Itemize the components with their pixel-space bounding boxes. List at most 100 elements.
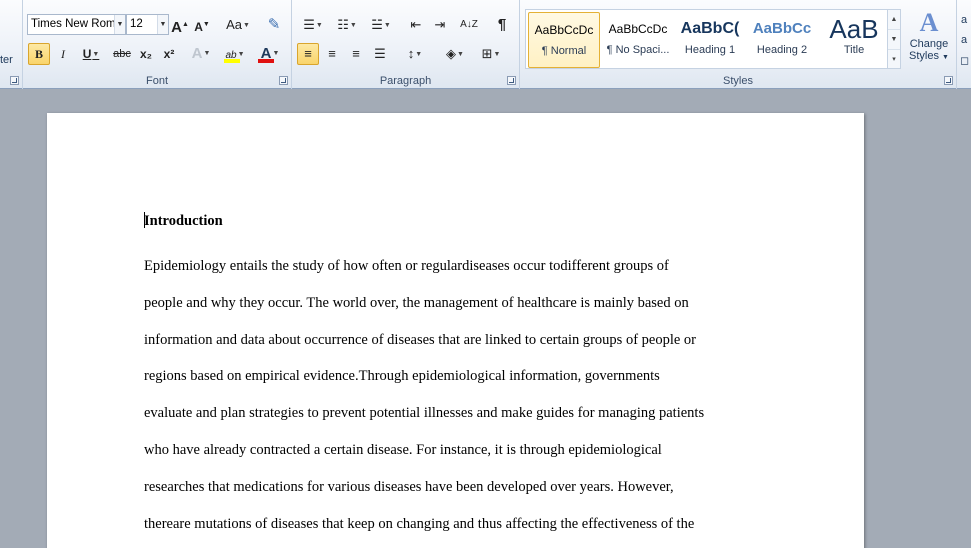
superscript-button[interactable]: x² [159, 43, 179, 65]
style-heading-2[interactable]: AaBbCc Heading 2 [746, 12, 818, 68]
shrink-font-icon: A [194, 20, 203, 34]
change-styles-label-2-wrap: Styles ▼ [904, 50, 954, 62]
decrease-indent-button[interactable]: ⇤ [406, 14, 426, 36]
style-name: Title [843, 44, 865, 56]
bold-icon: B [34, 47, 43, 61]
font-color-button[interactable]: A▼ [255, 43, 285, 65]
paragraph-group-label: Paragraph [379, 75, 432, 87]
justify-button[interactable]: ☰ [369, 43, 391, 65]
chevron-down-icon[interactable]: ▼ [157, 15, 168, 34]
clear-formatting-icon: ✎ [267, 16, 281, 33]
change-styles-button[interactable]: A Change Styles ▼ [904, 8, 954, 62]
align-right-button[interactable]: ≡ [345, 43, 367, 65]
grow-font-icon: A [171, 19, 182, 36]
sort-icon: A↓Z [460, 19, 478, 30]
document-page[interactable]: Introduction Epidemiology entails the st… [47, 113, 864, 548]
body-line[interactable]: information and data about occurrence of… [144, 332, 784, 369]
body-line[interactable]: researches that medications for various … [144, 479, 784, 516]
style-normal[interactable]: AaBbCcDc ¶ Normal [528, 12, 600, 68]
change-case-icon: Aa [226, 17, 242, 32]
italic-icon: I [61, 47, 65, 61]
body-line[interactable]: Epidemiology entails the study of how of… [144, 258, 784, 295]
style-no-spacing[interactable]: AaBbCcDc ¶ No Spaci... [602, 12, 674, 68]
highlight-button[interactable]: ab▼ [221, 43, 249, 65]
shading-button[interactable]: ◈▼ [440, 43, 470, 65]
change-case-button[interactable]: Aa▼ [223, 14, 253, 36]
font-name-combo[interactable]: Times New Rom ▼ [27, 14, 126, 35]
gallery-more-icon[interactable]: ▾ [888, 50, 900, 70]
italic-button[interactable]: I [54, 43, 72, 65]
format-painter-label[interactable]: ter [0, 54, 13, 66]
font-group: Times New Rom ▼ 12 ▼ A▲ A▼ Aa▼ ✎ B I U▼ … [23, 0, 292, 89]
change-styles-label-1: Change [909, 38, 949, 50]
font-size-value: 12 [130, 18, 143, 30]
body-line[interactable]: evaluate and plan strategies to prevent … [144, 405, 784, 442]
style-sample: AaBbC( [680, 20, 740, 37]
numbering-button[interactable]: ☷▼ [332, 14, 362, 36]
font-size-combo[interactable]: 12 ▼ [126, 14, 169, 35]
document-heading[interactable]: Introduction [144, 213, 223, 230]
styles-gallery-scroll: ▲ ▼ ▾ [887, 9, 901, 69]
body-line[interactable]: who have already contracted a certain di… [144, 442, 784, 479]
bullets-icon: ☰ [303, 17, 315, 32]
line-spacing-button[interactable]: ↕▼ [400, 43, 430, 65]
replace-icon[interactable]: a [961, 34, 967, 46]
scroll-down-icon[interactable]: ▼ [888, 30, 900, 50]
align-left-button[interactable]: ≡ [297, 43, 319, 65]
clear-formatting-button[interactable]: ✎ [263, 14, 285, 36]
borders-icon: ⊞ [481, 46, 493, 61]
subscript-button[interactable]: x₂ [136, 43, 156, 65]
align-center-button[interactable]: ≡ [321, 43, 343, 65]
body-line[interactable]: regions based on empirical evidence.Thro… [144, 368, 784, 405]
style-sample: AaB [829, 14, 879, 44]
font-group-label: Font [145, 75, 168, 87]
numbering-icon: ☷ [337, 17, 349, 32]
quick-styles-gallery: AaBbCcDc ¶ Normal AaBbCcDc ¶ No Spaci...… [525, 9, 899, 69]
paint-bucket-icon: ◈ [446, 46, 457, 61]
strikethrough-button[interactable]: abc [111, 43, 133, 65]
bullets-button[interactable]: ☰▼ [298, 14, 328, 36]
underline-icon: U [82, 47, 92, 61]
paragraph-group: ☰▼ ☷▼ ☱▼ ⇤ ⇥ A↓Z ¶ ≡ ≡ ≡ ☰ ↕▼ ◈▼ ⊞▼ Para… [292, 0, 520, 89]
body-line[interactable]: people and why they occur. The world ove… [144, 295, 784, 332]
scroll-up-icon[interactable]: ▲ [888, 10, 900, 30]
increase-indent-button[interactable]: ⇥ [430, 14, 450, 36]
select-icon[interactable]: ◻ [960, 54, 969, 67]
style-heading-1[interactable]: AaBbC( Heading 1 [674, 12, 746, 68]
bold-button[interactable]: B [28, 43, 50, 65]
paragraph-dialog-launcher[interactable] [507, 76, 516, 85]
ribbon: ter Times New Rom ▼ 12 ▼ A▲ A▼ Aa▼ ✎ B I… [0, 0, 971, 89]
clipboard-dialog-launcher[interactable] [10, 76, 19, 85]
styles-dialog-launcher[interactable] [944, 76, 953, 85]
align-left-icon: ≡ [304, 46, 312, 61]
find-icon[interactable]: a [961, 14, 967, 26]
font-dialog-launcher[interactable] [279, 76, 288, 85]
decrease-indent-icon: ⇤ [410, 17, 422, 32]
style-sample: AaBbCc [752, 20, 812, 37]
show-formatting-button[interactable]: ¶ [492, 14, 512, 36]
body-line[interactable]: thereare mutations of diseases that keep… [144, 516, 784, 548]
style-name: Heading 2 [756, 44, 808, 56]
shrink-font-button[interactable]: A▼ [193, 14, 211, 36]
line-spacing-icon: ↕ [407, 46, 415, 61]
styles-group: AaBbCcDc ¶ Normal AaBbCcDc ¶ No Spaci...… [520, 0, 956, 89]
grow-font-button[interactable]: A▲ [171, 14, 189, 36]
style-name: ¶ Normal [541, 45, 587, 57]
font-name-value: Times New Rom [31, 18, 116, 30]
clipboard-group: ter [0, 0, 23, 89]
document-body[interactable]: Epidemiology entails the study of how of… [144, 258, 784, 548]
increase-indent-icon: ⇥ [434, 17, 446, 32]
multilevel-list-icon: ☱ [371, 17, 383, 32]
text-effects-button[interactable]: A▼ [189, 43, 213, 65]
document-area[interactable]: Introduction Epidemiology entails the st… [0, 89, 971, 548]
style-title[interactable]: AaB Title [818, 12, 890, 68]
change-styles-label-2: Styles [909, 50, 939, 62]
underline-button[interactable]: U▼ [76, 43, 106, 65]
multilevel-list-button[interactable]: ☱▼ [366, 14, 396, 36]
justify-icon: ☰ [374, 46, 386, 61]
chevron-down-icon[interactable]: ▼ [114, 15, 125, 34]
sort-button[interactable]: A↓Z [458, 14, 480, 36]
borders-button[interactable]: ⊞▼ [476, 43, 506, 65]
strikethrough-icon: abc [113, 48, 131, 60]
change-styles-icon: A [919, 8, 939, 37]
